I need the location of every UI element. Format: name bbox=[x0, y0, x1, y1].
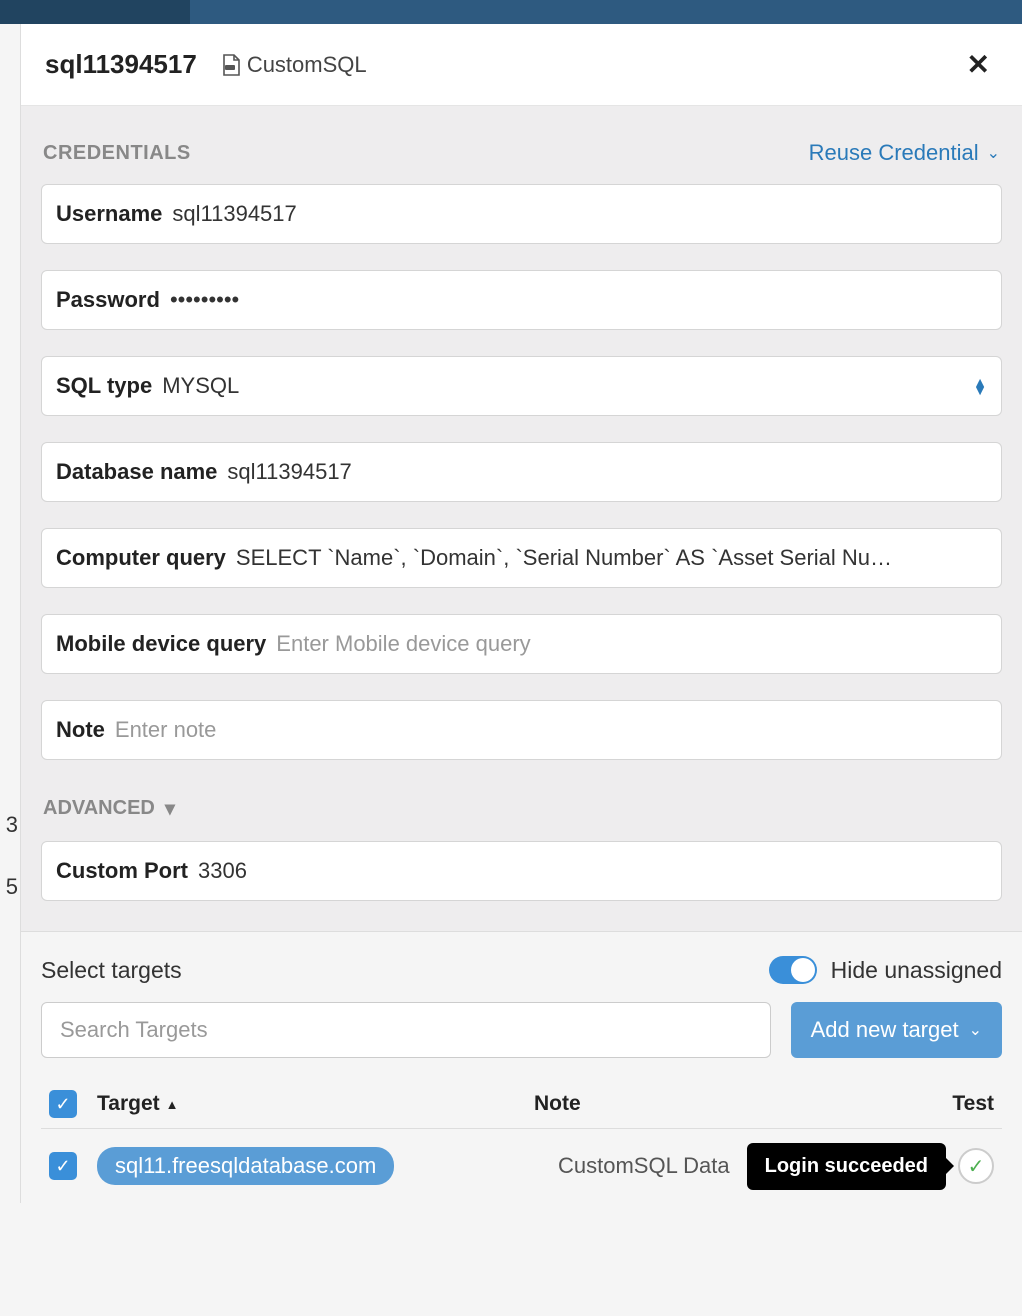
column-target-label: Target bbox=[97, 1092, 160, 1116]
sql-file-icon bbox=[221, 54, 241, 76]
mobile-query-placeholder: Enter Mobile device query bbox=[276, 631, 530, 657]
username-label: Username bbox=[56, 201, 162, 227]
connection-type: CustomSQL bbox=[221, 52, 367, 78]
database-name-field[interactable]: Database name sql11394517 bbox=[41, 442, 1002, 502]
database-name-value: sql11394517 bbox=[227, 459, 351, 485]
test-connection-button[interactable]: ✓ bbox=[958, 1148, 994, 1184]
note-placeholder: Enter note bbox=[115, 717, 217, 743]
note-field[interactable]: Note Enter note bbox=[41, 700, 1002, 760]
computer-query-label: Computer query bbox=[56, 545, 226, 571]
top-bar-dark-segment bbox=[0, 0, 190, 24]
mobile-query-label: Mobile device query bbox=[56, 631, 266, 657]
custom-port-label: Custom Port bbox=[56, 858, 188, 884]
targets-table: ✓ Target ▲ Note Test ✓ sql11.freesqldata… bbox=[41, 1080, 1002, 1203]
password-field[interactable]: Password ••••••••• bbox=[41, 270, 1002, 330]
left-edge-hints: 3 5 bbox=[0, 794, 18, 918]
search-targets-input[interactable] bbox=[41, 1002, 771, 1058]
target-pill[interactable]: sql11.freesqldatabase.com bbox=[97, 1147, 394, 1185]
check-icon: ✓ bbox=[55, 1094, 70, 1115]
check-icon: ✓ bbox=[55, 1156, 70, 1177]
computer-query-value: SELECT `Name`, `Domain`, `Serial Number`… bbox=[236, 545, 892, 571]
username-value: sql11394517 bbox=[172, 201, 296, 227]
computer-query-field[interactable]: Computer query SELECT `Name`, `Domain`, … bbox=[41, 528, 1002, 588]
password-label: Password bbox=[56, 287, 160, 313]
targets-title: Select targets bbox=[41, 957, 182, 984]
select-caret-icon: ▲▼ bbox=[973, 378, 987, 394]
add-new-target-label: Add new target bbox=[811, 1017, 959, 1043]
credentials-section-header: CREDENTIALS Reuse Credential ⌄ bbox=[41, 126, 1002, 184]
reuse-credential-label: Reuse Credential bbox=[809, 140, 979, 166]
test-result-tooltip: Login succeeded bbox=[747, 1143, 946, 1190]
row-checkbox[interactable]: ✓ bbox=[49, 1152, 77, 1180]
username-field[interactable]: Username sql11394517 bbox=[41, 184, 1002, 244]
custom-port-field[interactable]: Custom Port 3306 bbox=[41, 841, 1002, 901]
app-top-bar bbox=[0, 0, 1022, 24]
column-note-label: Note bbox=[534, 1092, 581, 1115]
column-note[interactable]: Note bbox=[534, 1092, 934, 1116]
close-icon: ✕ bbox=[967, 49, 990, 80]
add-new-target-button[interactable]: Add new target ⌄ bbox=[791, 1002, 1002, 1058]
password-value: ••••••••• bbox=[170, 287, 239, 313]
page-title: sql11394517 bbox=[45, 49, 197, 80]
table-row: ✓ sql11.freesqldatabase.com CustomSQL Da… bbox=[41, 1129, 1002, 1203]
credentials-label: CREDENTIALS bbox=[43, 142, 191, 165]
custom-port-value: 3306 bbox=[198, 858, 247, 884]
database-name-label: Database name bbox=[56, 459, 217, 485]
check-success-icon: ✓ bbox=[968, 1154, 985, 1179]
targets-section: Select targets Hide unassigned Add new t… bbox=[21, 931, 1022, 1203]
targets-controls: Add new target ⌄ bbox=[41, 1002, 1002, 1058]
column-target[interactable]: Target ▲ bbox=[97, 1092, 179, 1116]
sql-type-select[interactable]: SQL type MYSQL ▲▼ bbox=[41, 356, 1002, 416]
connection-type-label: CustomSQL bbox=[247, 52, 367, 78]
form-body: CREDENTIALS Reuse Credential ⌄ Username … bbox=[21, 106, 1022, 931]
column-test-label: Test bbox=[952, 1092, 994, 1115]
note-label: Note bbox=[56, 717, 105, 743]
tooltip-text: Login succeeded bbox=[765, 1155, 928, 1177]
hide-unassigned-wrap: Hide unassigned bbox=[769, 956, 1002, 984]
sql-type-label: SQL type bbox=[56, 373, 152, 399]
table-header-row: ✓ Target ▲ Note Test bbox=[41, 1080, 1002, 1129]
reuse-credential-link[interactable]: Reuse Credential ⌄ bbox=[809, 140, 1000, 166]
chevron-down-icon: ⌄ bbox=[969, 1020, 982, 1040]
advanced-label: ADVANCED bbox=[43, 797, 155, 820]
panel-header: sql11394517 CustomSQL ✕ bbox=[21, 24, 1022, 106]
chevron-down-icon: ⌄ bbox=[987, 143, 1000, 163]
detail-panel: sql11394517 CustomSQL ✕ CREDENTIALS Reus… bbox=[20, 24, 1022, 1203]
close-button[interactable]: ✕ bbox=[959, 44, 998, 85]
advanced-toggle[interactable]: ADVANCED ▾ bbox=[41, 786, 1002, 841]
sql-type-value: MYSQL bbox=[162, 373, 239, 399]
hide-unassigned-label: Hide unassigned bbox=[831, 957, 1002, 984]
column-test: Test bbox=[934, 1092, 994, 1116]
hide-unassigned-toggle[interactable] bbox=[769, 956, 817, 984]
mobile-query-field[interactable]: Mobile device query Enter Mobile device … bbox=[41, 614, 1002, 674]
sort-asc-icon: ▲ bbox=[166, 1097, 179, 1112]
targets-header: Select targets Hide unassigned bbox=[41, 956, 1002, 984]
toggle-knob bbox=[791, 958, 815, 982]
select-all-checkbox[interactable]: ✓ bbox=[49, 1090, 77, 1118]
caret-down-icon: ▾ bbox=[165, 796, 175, 821]
